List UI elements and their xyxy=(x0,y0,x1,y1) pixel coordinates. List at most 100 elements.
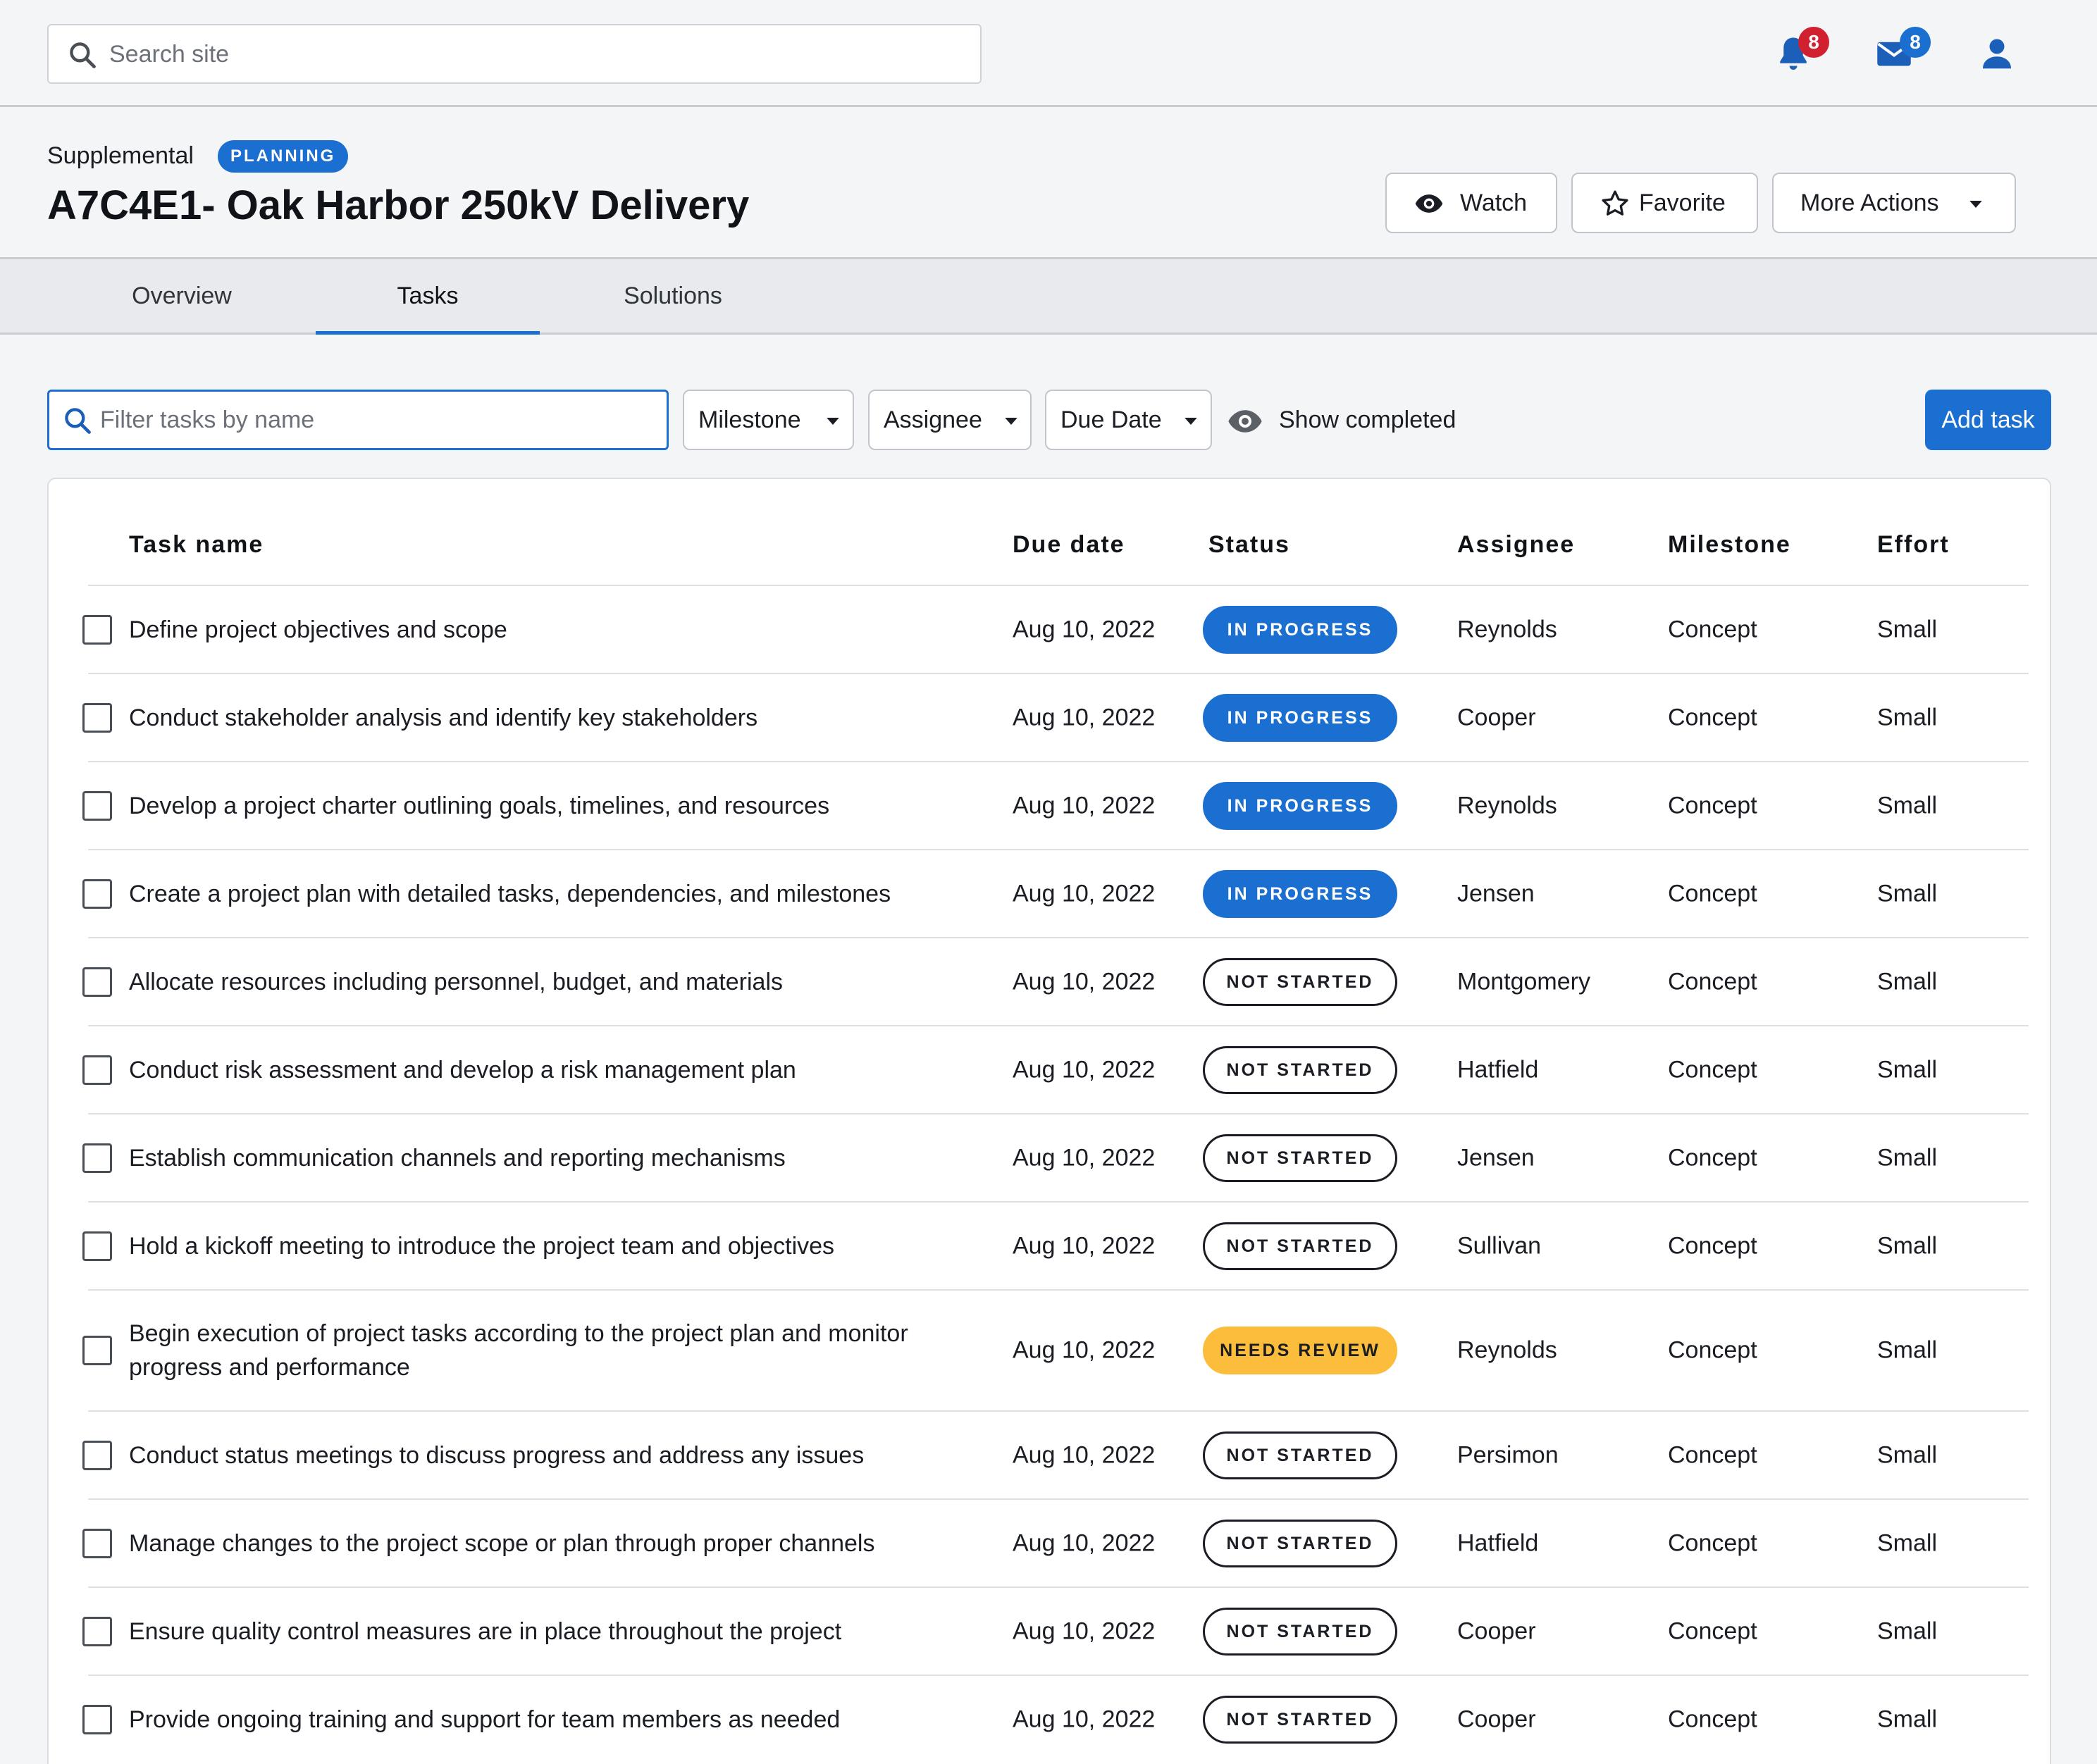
due-date-cell: Aug 10, 2022 xyxy=(1013,616,1156,642)
tasks-table: Task name Due date Status Assignee Miles… xyxy=(47,478,2051,1764)
effort-cell: Small xyxy=(1877,1706,1938,1732)
column-header-status[interactable]: Status xyxy=(1208,531,1290,559)
task-name-cell[interactable]: Allocate resources including personnel, … xyxy=(129,965,989,999)
site-search-input[interactable] xyxy=(109,31,955,77)
assignee-cell: Reynolds xyxy=(1457,792,1557,819)
milestone-cell: Concept xyxy=(1668,880,1757,907)
table-row[interactable]: Establish communication channels and rep… xyxy=(82,1113,2029,1201)
status-badge: IN PROGRESS xyxy=(1203,693,1397,742)
messages-badge: 8 xyxy=(1900,27,1931,58)
assignee-cell: Hatfield xyxy=(1457,1529,1539,1556)
watch-label: Watch xyxy=(1460,190,1528,216)
row-checkbox[interactable] xyxy=(82,1704,112,1734)
eye-icon xyxy=(1228,410,1262,433)
tab-bar: Overview Tasks Solutions xyxy=(0,259,2097,335)
row-checkbox[interactable] xyxy=(82,1055,112,1085)
row-checkbox[interactable] xyxy=(82,878,112,909)
status-badge: NOT STARTED xyxy=(1203,1222,1397,1270)
due-date-cell: Aug 10, 2022 xyxy=(1013,880,1156,907)
effort-cell: Small xyxy=(1877,792,1938,819)
milestone-cell: Concept xyxy=(1668,1336,1757,1364)
assignee-cell: Hatfield xyxy=(1457,1056,1539,1083)
task-name-cell[interactable]: Ensure quality control measures are in p… xyxy=(129,1615,989,1648)
column-header-assignee[interactable]: Assignee xyxy=(1457,531,1575,559)
table-row[interactable]: Conduct risk assessment and develop a ri… xyxy=(82,1025,2029,1113)
task-name-cell[interactable]: Conduct stakeholder analysis and identif… xyxy=(129,701,989,735)
status-badge: NOT STARTED xyxy=(1203,957,1397,1006)
table-row[interactable]: Manage changes to the project scope or p… xyxy=(82,1498,2029,1586)
effort-cell: Small xyxy=(1877,1144,1938,1171)
row-checkbox[interactable] xyxy=(82,1231,112,1261)
table-row[interactable]: Create a project plan with detailed task… xyxy=(82,849,2029,937)
column-header-due-date[interactable]: Due date xyxy=(1013,531,1125,559)
due-date-cell: Aug 10, 2022 xyxy=(1013,1441,1156,1468)
tab-solutions[interactable]: Solutions xyxy=(583,259,762,335)
column-header-milestone[interactable]: Milestone xyxy=(1668,531,1791,559)
milestone-dropdown[interactable]: Milestone xyxy=(683,390,854,450)
assignee-dropdown[interactable]: Assignee xyxy=(868,390,1032,450)
assignee-cell: Reynolds xyxy=(1457,1336,1557,1364)
table-row[interactable]: Provide ongoing training and support for… xyxy=(82,1675,2029,1763)
row-checkbox[interactable] xyxy=(82,1440,112,1470)
table-row[interactable]: Ensure quality control measures are in p… xyxy=(82,1586,2029,1675)
watch-button[interactable]: Watch xyxy=(1385,173,1557,233)
table-row[interactable]: Develop a project charter outlining goal… xyxy=(82,761,2029,849)
assignee-cell: Cooper xyxy=(1457,704,1536,731)
favorite-button[interactable]: Favorite xyxy=(1571,173,1758,233)
task-name-cell[interactable]: Conduct risk assessment and develop a ri… xyxy=(129,1053,989,1087)
effort-cell: Small xyxy=(1877,1529,1938,1556)
task-name-cell[interactable]: Create a project plan with detailed task… xyxy=(129,877,989,911)
status-badge: NOT STARTED xyxy=(1203,1695,1397,1744)
task-name-cell[interactable]: Conduct status meetings to discuss progr… xyxy=(129,1439,989,1472)
table-row[interactable]: Hold a kickoff meeting to introduce the … xyxy=(82,1201,2029,1289)
due-date-cell: Aug 10, 2022 xyxy=(1013,1232,1156,1259)
table-row[interactable]: Begin execution of project tasks accordi… xyxy=(82,1289,2029,1410)
more-actions-button[interactable]: More Actions xyxy=(1772,173,2016,233)
assignee-cell: Reynolds xyxy=(1457,616,1557,642)
row-checkbox[interactable] xyxy=(82,1528,112,1558)
table-row[interactable]: Conduct status meetings to discuss progr… xyxy=(82,1410,2029,1498)
milestone-cell: Concept xyxy=(1668,1056,1757,1083)
row-checkbox[interactable] xyxy=(82,702,112,733)
milestone-cell: Concept xyxy=(1668,1706,1757,1732)
caret-down-icon xyxy=(1184,418,1197,425)
add-task-button[interactable]: Add task xyxy=(1925,390,2051,450)
more-actions-label: More Actions xyxy=(1800,190,1939,216)
task-name-cell[interactable]: Establish communication channels and rep… xyxy=(129,1141,989,1175)
profile-button[interactable] xyxy=(1976,32,2018,75)
milestone-cell: Concept xyxy=(1668,704,1757,731)
site-search[interactable] xyxy=(47,24,982,84)
milestone-cell: Concept xyxy=(1668,792,1757,819)
task-name-cell[interactable]: Develop a project charter outlining goal… xyxy=(129,789,989,823)
task-name-cell[interactable]: Provide ongoing training and support for… xyxy=(129,1703,989,1737)
assignee-cell: Sullivan xyxy=(1457,1232,1542,1259)
task-name-cell[interactable]: Begin execution of project tasks accordi… xyxy=(129,1317,989,1384)
task-name-cell[interactable]: Hold a kickoff meeting to introduce the … xyxy=(129,1229,989,1263)
task-filter-input[interactable] xyxy=(100,397,657,442)
table-row[interactable]: Allocate resources including personnel, … xyxy=(82,937,2029,1025)
row-checkbox[interactable] xyxy=(82,1616,112,1646)
due-date-cell: Aug 10, 2022 xyxy=(1013,1706,1156,1732)
row-checkbox[interactable] xyxy=(82,614,112,645)
table-row[interactable]: Define project objectives and scope Aug 1… xyxy=(82,585,2029,673)
status-badge: NEEDS REVIEW xyxy=(1203,1327,1397,1374)
due-date-dropdown[interactable]: Due Date xyxy=(1045,390,1212,450)
row-checkbox[interactable] xyxy=(82,790,112,821)
task-filter[interactable] xyxy=(47,390,669,450)
row-checkbox[interactable] xyxy=(82,1143,112,1173)
assignee-cell: Persimon xyxy=(1457,1441,1559,1468)
tab-tasks[interactable]: Tasks xyxy=(316,259,540,335)
table-row[interactable]: Conduct stakeholder analysis and identif… xyxy=(82,673,2029,761)
task-name-cell[interactable]: Define project objectives and scope xyxy=(129,613,989,647)
due-date-cell: Aug 10, 2022 xyxy=(1013,968,1156,995)
status-badge: NOT STARTED xyxy=(1203,1133,1397,1182)
task-name-cell[interactable]: Manage changes to the project scope or p… xyxy=(129,1527,989,1560)
column-header-effort[interactable]: Effort xyxy=(1877,531,1950,559)
tab-overview[interactable]: Overview xyxy=(92,259,272,335)
column-header-task-name[interactable]: Task name xyxy=(129,531,264,559)
row-checkbox[interactable] xyxy=(82,967,112,997)
effort-cell: Small xyxy=(1877,1336,1938,1364)
assignee-cell: Cooper xyxy=(1457,1617,1536,1644)
row-checkbox[interactable] xyxy=(82,1336,112,1365)
effort-cell: Small xyxy=(1877,1617,1938,1644)
